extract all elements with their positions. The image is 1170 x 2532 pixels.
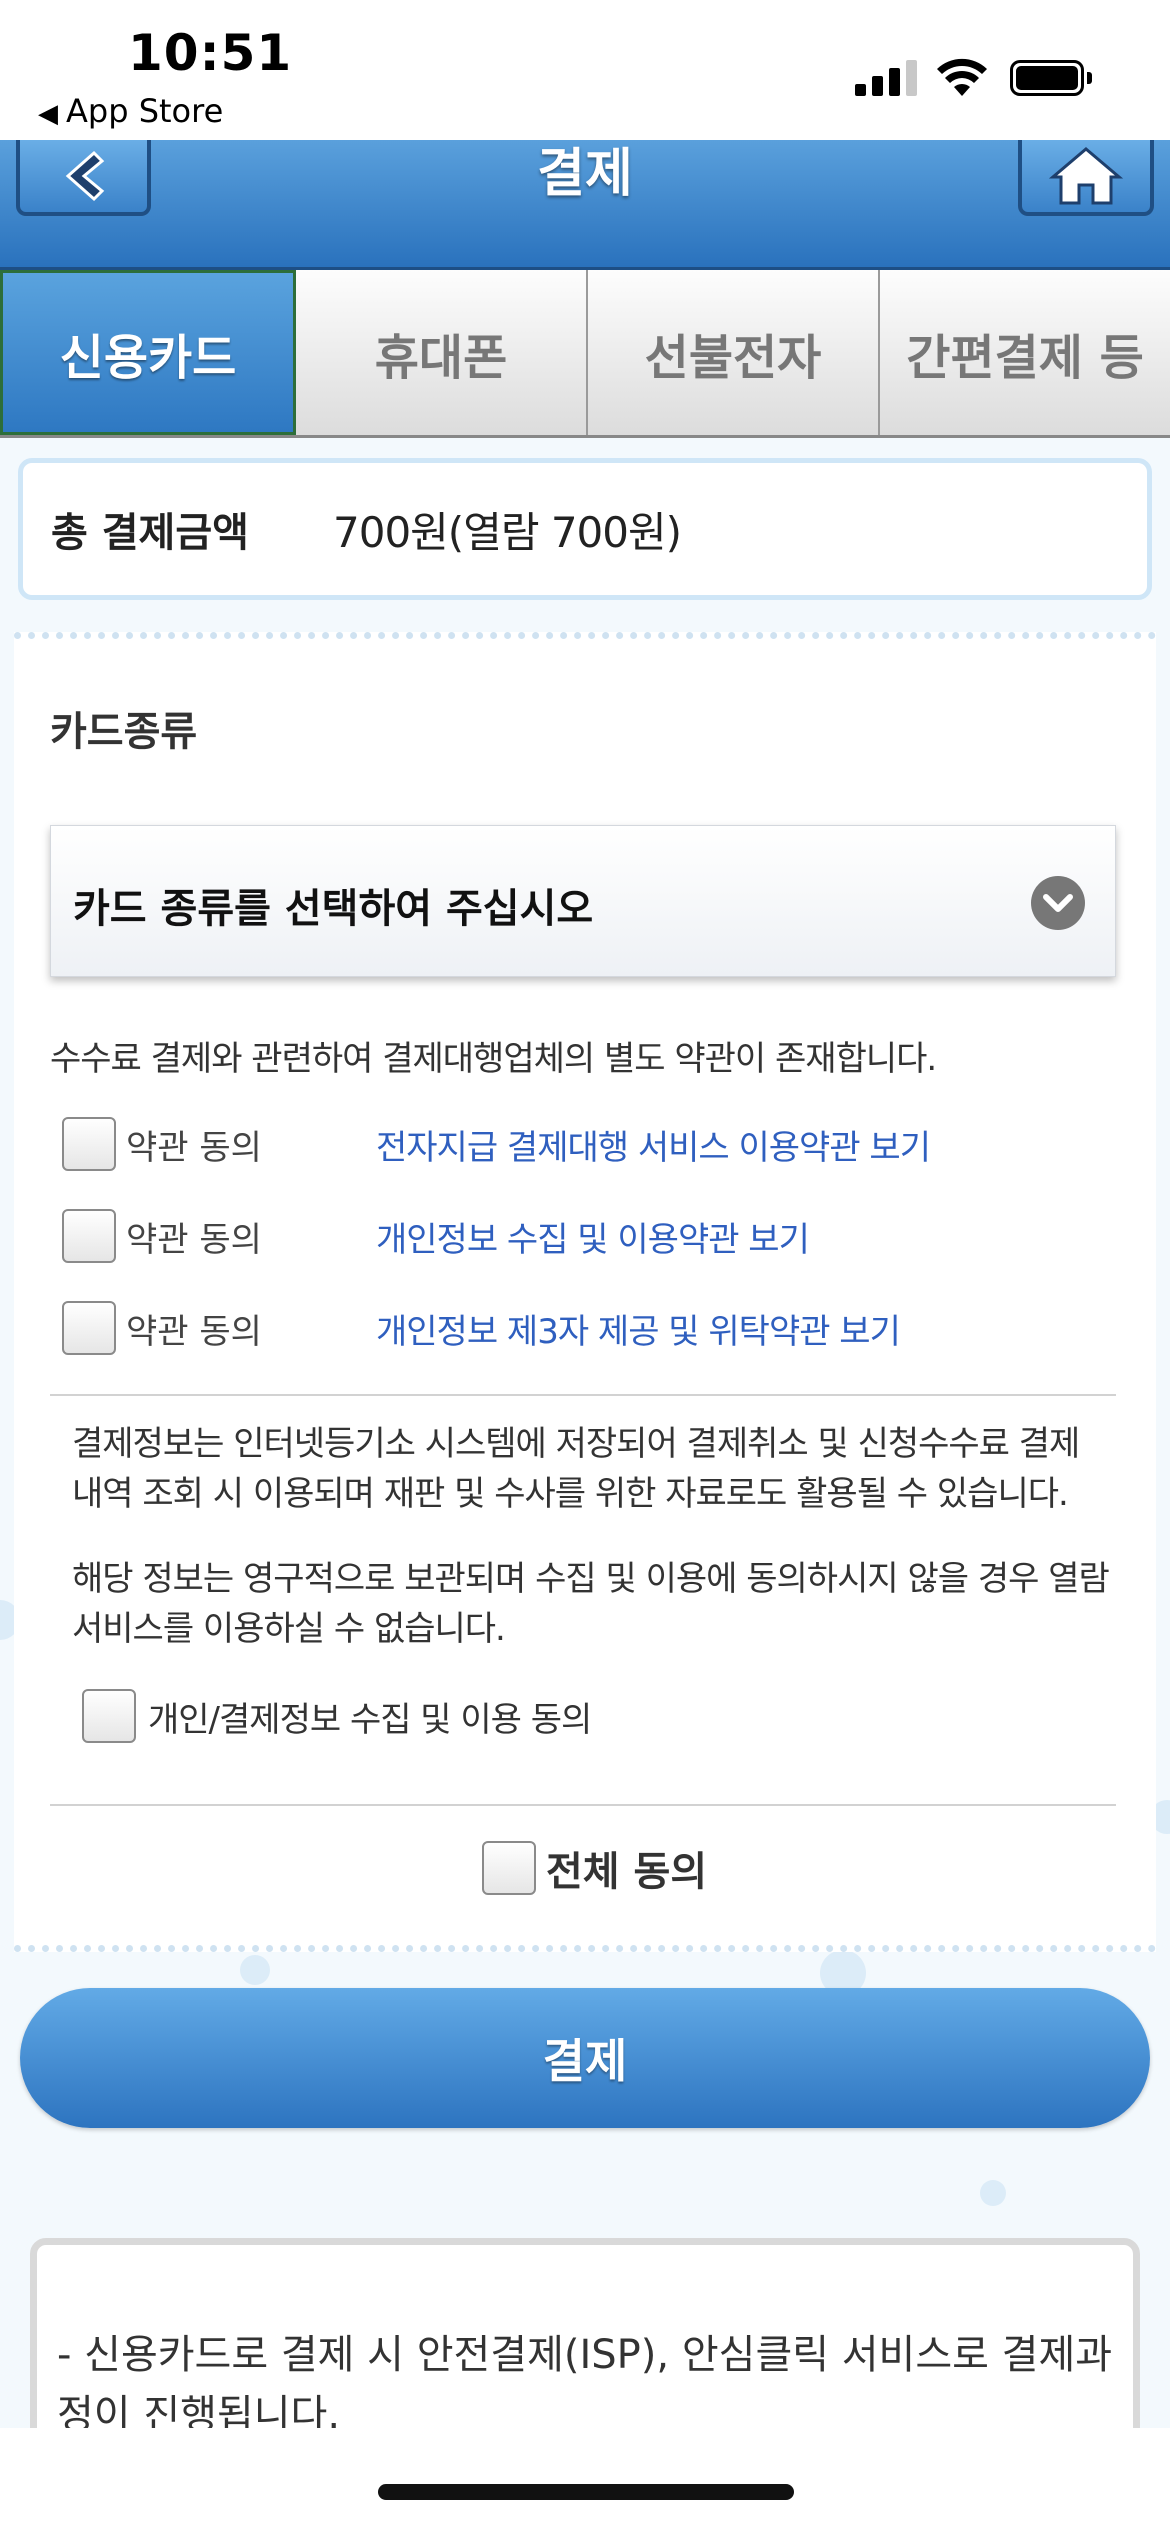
agreement-row: 약관 동의 개인정보 수집 및 이용약관 보기	[62, 1208, 810, 1264]
agree-checkbox[interactable]	[62, 1117, 116, 1171]
home-button[interactable]	[1018, 140, 1154, 216]
payment-method-tabs: 신용카드 휴대폰 선불전자 간편결제 등	[0, 270, 1170, 438]
total-amount-box: 총 결제금액 700원(열람 700원)	[18, 458, 1152, 600]
tab-credit-card[interactable]: 신용카드	[0, 270, 296, 435]
all-agree-row: 전체 동의	[482, 1839, 707, 1897]
home-indicator[interactable]	[378, 2484, 794, 2500]
card-type-select[interactable]: 카드 종류를 선택하여 주십시오	[50, 825, 1116, 977]
status-time: 10:51	[128, 24, 293, 82]
terms-link-third-party[interactable]: 개인정보 제3자 제공 및 위탁약관 보기	[376, 1304, 901, 1353]
all-agree-label: 전체 동의	[546, 1849, 708, 1895]
pay-button[interactable]: 결제	[20, 1988, 1150, 2128]
back-to-app-store[interactable]: ◀ App Store	[38, 92, 223, 130]
back-arrow-icon	[65, 150, 104, 202]
background-decoration	[980, 2180, 1006, 2206]
cellular-signal-icon	[855, 60, 917, 96]
agreement-row: 약관 동의 개인정보 제3자 제공 및 위탁약관 보기	[62, 1300, 901, 1356]
privacy-consent-checkbox[interactable]	[82, 1689, 136, 1743]
card-payment-section: 카드종류 카드 종류를 선택하여 주십시오 수수료 결제와 관련하여 결제대행업…	[14, 632, 1156, 1952]
all-agree-checkbox[interactable]	[482, 1841, 536, 1895]
header-bar: 결제	[0, 140, 1170, 270]
status-bar: 10:51 ◀ App Store	[0, 0, 1170, 140]
chevron-down-icon	[1031, 876, 1085, 930]
battery-icon	[1010, 60, 1092, 96]
back-triangle-icon: ◀	[38, 99, 58, 129]
total-amount-value: 700원(열람 700원)	[333, 507, 682, 557]
agree-label: 약관 동의	[126, 1127, 262, 1168]
agree-label: 약관 동의	[126, 1219, 262, 1260]
privacy-consent-row: 개인/결제정보 수집 및 이용 동의	[82, 1689, 592, 1743]
agree-checkbox[interactable]	[62, 1301, 116, 1355]
agree-checkbox[interactable]	[62, 1209, 116, 1263]
privacy-consent-label: 개인/결제정보 수집 및 이용 동의	[148, 1699, 592, 1740]
info-paragraph: 해당 정보는 영구적으로 보관되며 수집 및 이용에 동의하시지 않을 경우 열…	[72, 1559, 1110, 1649]
page-title: 결제	[537, 144, 633, 204]
card-type-select-value: 카드 종류를 선택하여 주십시오	[73, 886, 594, 932]
tab-easy-pay[interactable]: 간편결제 등	[880, 270, 1170, 435]
back-app-label: App Store	[66, 92, 224, 130]
divider	[50, 1804, 1116, 1806]
home-indicator-area	[0, 2428, 1170, 2532]
payment-info-text: - 신용카드로 결제 시 안전결제(ISP), 안심클릭 서비스로 결제과정이 …	[57, 2332, 1113, 2438]
divider	[50, 1394, 1116, 1396]
terms-link-privacy-collection[interactable]: 개인정보 수집 및 이용약관 보기	[376, 1212, 810, 1261]
home-icon	[1049, 147, 1123, 205]
back-button[interactable]	[16, 140, 151, 216]
agree-label: 약관 동의	[126, 1311, 262, 1352]
wifi-icon	[937, 58, 987, 96]
tab-mobile-phone[interactable]: 휴대폰	[296, 270, 588, 435]
terms-link-payment-service[interactable]: 전자지급 결제대행 서비스 이용약관 보기	[376, 1120, 931, 1169]
info-paragraph: 결제정보는 인터넷등기소 시스템에 저장되어 결제취소 및 신청수수료 결제 내…	[72, 1424, 1080, 1514]
tab-prepaid[interactable]: 선불전자	[588, 270, 880, 435]
background-decoration	[240, 1955, 270, 1985]
total-amount-label: 총 결제금액	[51, 510, 249, 556]
card-type-title: 카드종류	[50, 709, 198, 755]
agreement-row: 약관 동의 전자지급 결제대행 서비스 이용약관 보기	[62, 1116, 931, 1172]
fee-terms-notice: 수수료 결제와 관련하여 결제대행업체의 별도 약관이 존재합니다.	[50, 1039, 937, 1079]
